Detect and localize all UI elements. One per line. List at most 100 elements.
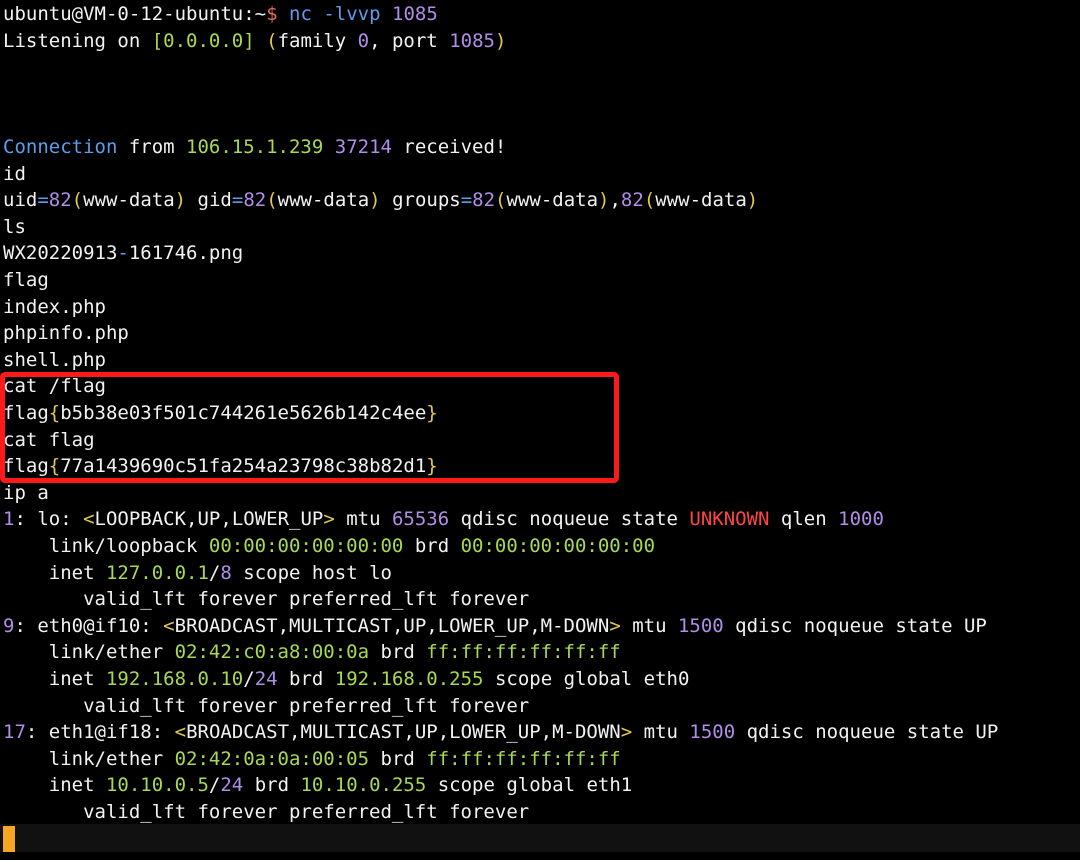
terminal-text-segment: [0.0.0.0] bbox=[151, 29, 255, 52]
prompt-input-bar[interactable] bbox=[0, 824, 1080, 852]
terminal-text-segment: UNKNOWN bbox=[689, 508, 770, 531]
terminal-text-segment: flag bbox=[3, 402, 49, 424]
terminal-line: 17: eth1@if18: <BROADCAST,MULTICAST,UP,L… bbox=[3, 719, 998, 746]
terminal-line: flag bbox=[3, 267, 49, 294]
terminal-text-segment: ( bbox=[643, 189, 656, 212]
terminal-line: flag{b5b38e03f501c744261e5626b142c4ee} bbox=[3, 400, 438, 427]
terminal-text-segment: ) bbox=[174, 189, 187, 212]
terminal-line: inet 127.0.0.1/8 scope host lo bbox=[3, 560, 392, 587]
terminal-text-segment: link/loopback bbox=[3, 535, 209, 557]
terminal-text-segment: 192.168.0.255 bbox=[334, 668, 484, 690]
terminal-text-segment: www-data bbox=[655, 189, 747, 212]
terminal-text-segment: / bbox=[208, 774, 221, 797]
terminal-text-segment: 1 bbox=[3, 508, 15, 531]
terminal-text-segment: 1000 bbox=[838, 508, 884, 531]
terminal-line: 1: lo: <LOOPBACK,UP,LOWER_UP> mtu 65536 … bbox=[3, 506, 884, 533]
terminal-text-segment: > bbox=[323, 508, 335, 531]
terminal-text-segment: valid_lft forever preferred_lft forever bbox=[3, 694, 530, 717]
terminal-line: ls bbox=[3, 214, 26, 241]
terminal-text-segment: ) bbox=[746, 189, 759, 212]
terminal-text-segment: 1500 bbox=[689, 721, 736, 744]
terminal-text-segment: < bbox=[174, 721, 187, 744]
terminal-text-segment: 24 bbox=[254, 668, 278, 690]
terminal-text-segment: www-data bbox=[277, 189, 370, 212]
terminal-text-segment: BROADCAST,MULTICAST,UP,LOWER_UP,M-DOWN bbox=[174, 614, 610, 637]
terminal-text-segment: scope global eth1 bbox=[426, 774, 633, 797]
terminal-text-segment: inet bbox=[3, 561, 106, 584]
terminal-text-segment: } bbox=[426, 455, 438, 478]
terminal-text-segment: valid_lft forever preferred_lft forever bbox=[3, 801, 530, 823]
terminal-text-segment: 0 bbox=[357, 29, 370, 52]
terminal-text-segment: shell.php bbox=[3, 348, 106, 371]
terminal-text-segment: 37214 bbox=[334, 136, 392, 158]
terminal-text-segment: cat /flag bbox=[3, 375, 106, 398]
terminal-text-segment: 00:00:00:00:00:00 bbox=[460, 535, 656, 557]
terminal-text-segment: brd bbox=[243, 774, 301, 797]
terminal-text-segment: ( bbox=[266, 189, 278, 212]
terminal-text-segment: 24 bbox=[220, 774, 244, 797]
terminal-text-segment: cat flag bbox=[3, 428, 95, 451]
terminal-text-segment: 02:42:0a:0a:00:05 bbox=[174, 747, 370, 770]
terminal-text-segment: / bbox=[243, 668, 255, 690]
terminal-text-segment: Listening on bbox=[3, 29, 152, 52]
terminal-text-segment: www-data bbox=[506, 189, 599, 212]
terminal-text-segment: received! bbox=[391, 136, 507, 158]
terminal-text-segment: Connection bbox=[3, 136, 118, 158]
terminal-line: Connection from 106.15.1.239 37214 recei… bbox=[3, 134, 506, 161]
terminal-text-segment: 1085 bbox=[392, 3, 438, 25]
terminal-text-segment: 02:42:c0:a8:00:0a bbox=[174, 641, 370, 664]
terminal-text-segment: brd bbox=[369, 641, 427, 664]
terminal-text-segment: 82 bbox=[472, 189, 496, 212]
terminal-text-segment: ( bbox=[495, 189, 507, 212]
terminal-text-segment: -lvvp bbox=[323, 3, 381, 25]
terminal-text-segment: mtu bbox=[334, 508, 392, 531]
terminal-line: phpinfo.php bbox=[3, 320, 129, 347]
terminal-text-segment: scope global eth0 bbox=[483, 668, 690, 690]
terminal-text-segment: < bbox=[83, 508, 95, 531]
terminal-text-segment: $ bbox=[266, 3, 278, 25]
terminal-text-segment: brd bbox=[277, 668, 335, 690]
terminal-text-segment: b5b38e03f501c744261e5626b142c4ee bbox=[60, 402, 427, 424]
terminal-text-segment: > bbox=[620, 721, 633, 744]
terminal-line: id bbox=[3, 161, 26, 188]
terminal-text-segment: gid bbox=[186, 189, 232, 212]
terminal-text-segment: = bbox=[231, 189, 244, 212]
terminal-text-segment: 8 bbox=[220, 561, 232, 584]
terminal-text-segment: ff:ff:ff:ff:ff:ff bbox=[426, 641, 621, 664]
terminal-text-segment: ls bbox=[3, 215, 26, 238]
terminal-line: Listening on [0.0.0.0] (family 0, port 1… bbox=[3, 28, 506, 55]
terminal-text-segment: 17 bbox=[3, 721, 26, 744]
terminal-text-segment: , port bbox=[369, 29, 450, 52]
terminal-text-segment: } bbox=[426, 402, 438, 424]
terminal-text-segment: inet bbox=[3, 668, 106, 690]
terminal-text-segment: ip a bbox=[3, 481, 49, 504]
terminal-line: shell.php bbox=[3, 347, 106, 374]
terminal-text-segment: id bbox=[3, 162, 26, 185]
terminal-text-segment: 10.10.0.255 bbox=[300, 774, 427, 797]
text-cursor bbox=[3, 826, 15, 852]
terminal-line: link/ether 02:42:c0:a8:00:0a brd ff:ff:f… bbox=[3, 639, 621, 666]
terminal-text-segment: 106.15.1.239 bbox=[186, 136, 324, 158]
terminal-window[interactable]: ubuntu@VM-0-12-ubuntu:~$ nc -lvvp 1085 Li… bbox=[0, 0, 1080, 860]
terminal-text-segment: ( bbox=[266, 29, 278, 52]
terminal-text-segment: = bbox=[460, 189, 473, 212]
terminal-text-segment: qdisc noqueue state UP bbox=[735, 721, 999, 744]
terminal-text-segment: link/ether bbox=[3, 641, 175, 664]
terminal-line: index.php bbox=[3, 294, 106, 321]
terminal-text-segment: 192.168.0.10 bbox=[105, 668, 244, 690]
terminal-line: valid_lft forever preferred_lft forever bbox=[3, 693, 529, 720]
terminal-text-segment: ( bbox=[71, 189, 84, 212]
terminal-text-segment: valid_lft forever preferred_lft forever bbox=[3, 588, 530, 611]
terminal-text-segment: qdisc noqueue state UP bbox=[723, 614, 987, 637]
terminal-text-segment: : lo: bbox=[14, 508, 84, 531]
terminal-text-segment: LOOPBACK,UP,LOWER_UP bbox=[94, 508, 324, 531]
terminal-text-segment: WX20220913 bbox=[3, 242, 118, 265]
terminal-text-segment: www-data bbox=[83, 189, 175, 212]
terminal-text-segment: uid bbox=[3, 189, 38, 212]
terminal-text-segment: phpinfo.php bbox=[3, 322, 129, 345]
terminal-text-segment: - bbox=[117, 242, 129, 265]
